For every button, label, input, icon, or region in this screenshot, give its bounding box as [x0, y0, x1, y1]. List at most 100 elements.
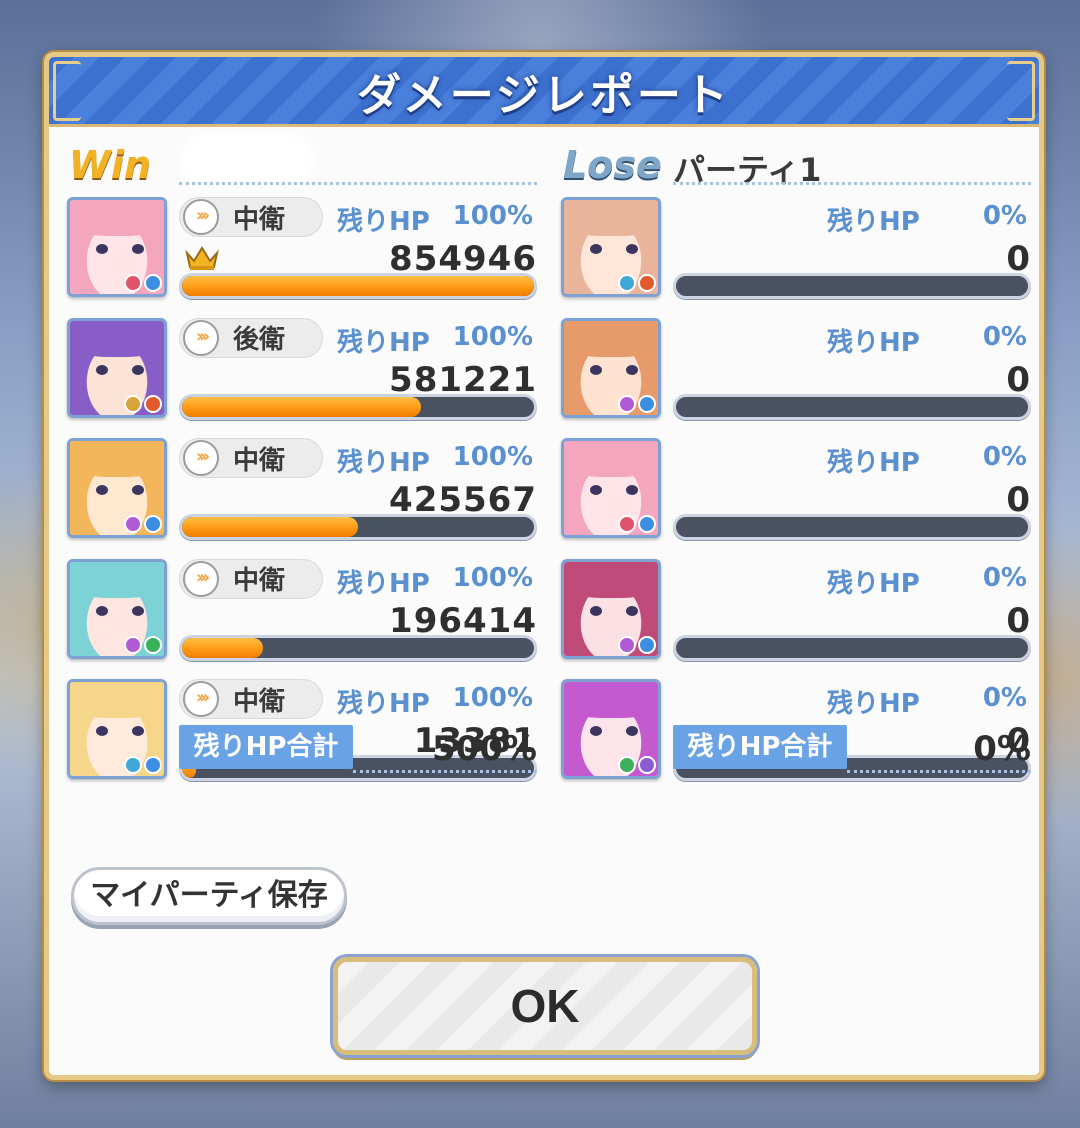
remaining-hp-percent: 100%	[452, 201, 533, 231]
total-divider	[353, 770, 537, 773]
role-icon	[124, 635, 142, 654]
character-portrait[interactable]	[561, 197, 661, 297]
member-row: ››› 中衛 残りHP 100% 196414	[67, 551, 537, 672]
portrait-eyes	[590, 364, 638, 375]
corner-ornament-left	[53, 61, 81, 121]
portrait-hair	[70, 561, 164, 598]
attribute-icons	[618, 515, 656, 533]
remaining-hp-percent: 0%	[982, 201, 1027, 231]
portrait-hair	[564, 200, 658, 236]
chevron-right-icon: ›››	[183, 199, 219, 235]
damage-bar	[673, 273, 1031, 299]
member-row: ››› 後衛 残りHP 100% 581221	[67, 310, 537, 431]
lose-total-hp: 残りHP合計 0%	[561, 723, 1031, 773]
redacted-player-name	[187, 139, 307, 185]
character-portrait[interactable]	[67, 197, 167, 297]
portrait-hair	[564, 561, 658, 598]
attribute-icons	[124, 274, 162, 292]
role-icon	[124, 515, 142, 533]
win-badge: Win	[69, 143, 151, 187]
remaining-hp-label: 残りHP	[827, 689, 920, 719]
total-hp-value: 0%	[973, 729, 1031, 769]
role-icon	[618, 635, 636, 654]
position-label: 中衛	[233, 686, 286, 717]
character-portrait[interactable]	[67, 438, 167, 538]
character-portrait[interactable]	[561, 438, 661, 538]
header-divider	[673, 182, 1031, 185]
total-hp-label: 残りHP合計	[673, 725, 847, 769]
remaining-hp-percent: 0%	[982, 321, 1027, 352]
remaining-hp-percent: 100%	[452, 562, 533, 593]
remaining-hp-percent: 0%	[982, 683, 1027, 713]
total-hp-label: 残りHP合計	[179, 725, 353, 769]
remaining-hp-label: 残りHP	[337, 448, 430, 478]
member-row: 残りHP 0% 0	[561, 430, 1031, 551]
attribute-icons	[618, 394, 656, 413]
element-icon	[638, 274, 656, 292]
dialog-title: ダメージレポート	[357, 69, 731, 121]
role-icon	[124, 274, 142, 292]
corner-ornament-right	[1007, 61, 1035, 121]
character-portrait[interactable]	[561, 558, 661, 659]
lose-badge: Lose	[563, 143, 662, 187]
element-icon	[638, 394, 656, 413]
damage-bar	[179, 393, 537, 420]
remaining-hp-percent: 100%	[452, 321, 533, 352]
damage-bar	[673, 393, 1031, 420]
ok-button[interactable]: OK	[333, 957, 757, 1055]
chevron-right-icon: ›››	[183, 560, 219, 597]
save-my-party-button[interactable]: マイパーティ保存	[71, 867, 347, 925]
chevron-right-icon: ›››	[183, 319, 219, 356]
portrait-eyes	[590, 485, 638, 495]
portrait-eyes	[96, 605, 144, 616]
position-pill: ››› 中衛	[179, 679, 323, 719]
portrait-hair	[564, 441, 658, 477]
element-icon	[638, 515, 656, 533]
attribute-icons	[124, 635, 162, 654]
portrait-hair	[70, 682, 164, 718]
crown-icon	[185, 245, 219, 271]
position-label: 中衛	[233, 566, 286, 596]
attribute-icons	[124, 394, 162, 413]
remaining-hp-label: 残りHP	[827, 568, 920, 599]
member-row: 残りHP 0% 0	[561, 310, 1031, 431]
position-label: 後衛	[233, 325, 286, 355]
damage-bar-fill	[182, 637, 263, 658]
remaining-hp-label: 残りHP	[337, 689, 430, 719]
damage-bar-fill	[182, 276, 534, 296]
remaining-hp-percent: 0%	[982, 562, 1027, 593]
character-portrait[interactable]	[67, 558, 167, 659]
position-pill: ››› 中衛	[179, 197, 323, 237]
remaining-hp-label: 残りHP	[827, 448, 920, 478]
total-hp-value: 500%	[431, 729, 537, 769]
member-row: ››› 中衛 残りHP 100% 854946	[67, 189, 537, 310]
character-portrait[interactable]	[67, 317, 167, 418]
portrait-hair	[70, 200, 164, 236]
chevron-right-icon: ›››	[183, 440, 219, 476]
role-icon	[618, 515, 636, 533]
remaining-hp-percent: 0%	[982, 442, 1027, 472]
header-divider	[179, 182, 537, 185]
role-icon	[618, 394, 636, 413]
attribute-icons	[618, 274, 656, 292]
element-icon	[638, 635, 656, 654]
element-icon	[144, 635, 162, 654]
remaining-hp-label: 残りHP	[337, 568, 430, 599]
member-row: 残りHP 0% 0	[561, 551, 1031, 672]
position-label: 中衛	[233, 204, 286, 235]
member-row: ››› 中衛 残りHP 100% 425567	[67, 430, 537, 551]
damage-bar-fill	[182, 517, 358, 537]
character-portrait[interactable]	[561, 317, 661, 418]
element-icon	[144, 394, 162, 413]
portrait-eyes	[96, 244, 144, 254]
damage-bar	[179, 514, 537, 540]
remaining-hp-label: 残りHP	[337, 207, 430, 237]
member-row: 残りHP 0% 0	[561, 189, 1031, 310]
position-label: 中衛	[233, 445, 286, 476]
portrait-eyes	[590, 605, 638, 616]
title-bar: ダメージレポート	[49, 57, 1039, 127]
damage-bar	[179, 634, 537, 661]
lose-party-column: Lose パーティ1 残りHP 0% 0 残りHP 0% 0 残りHP 0% 0 残りHP 0% 0 残…	[561, 133, 1031, 792]
position-pill: ››› 後衛	[179, 317, 323, 358]
element-icon	[144, 515, 162, 533]
